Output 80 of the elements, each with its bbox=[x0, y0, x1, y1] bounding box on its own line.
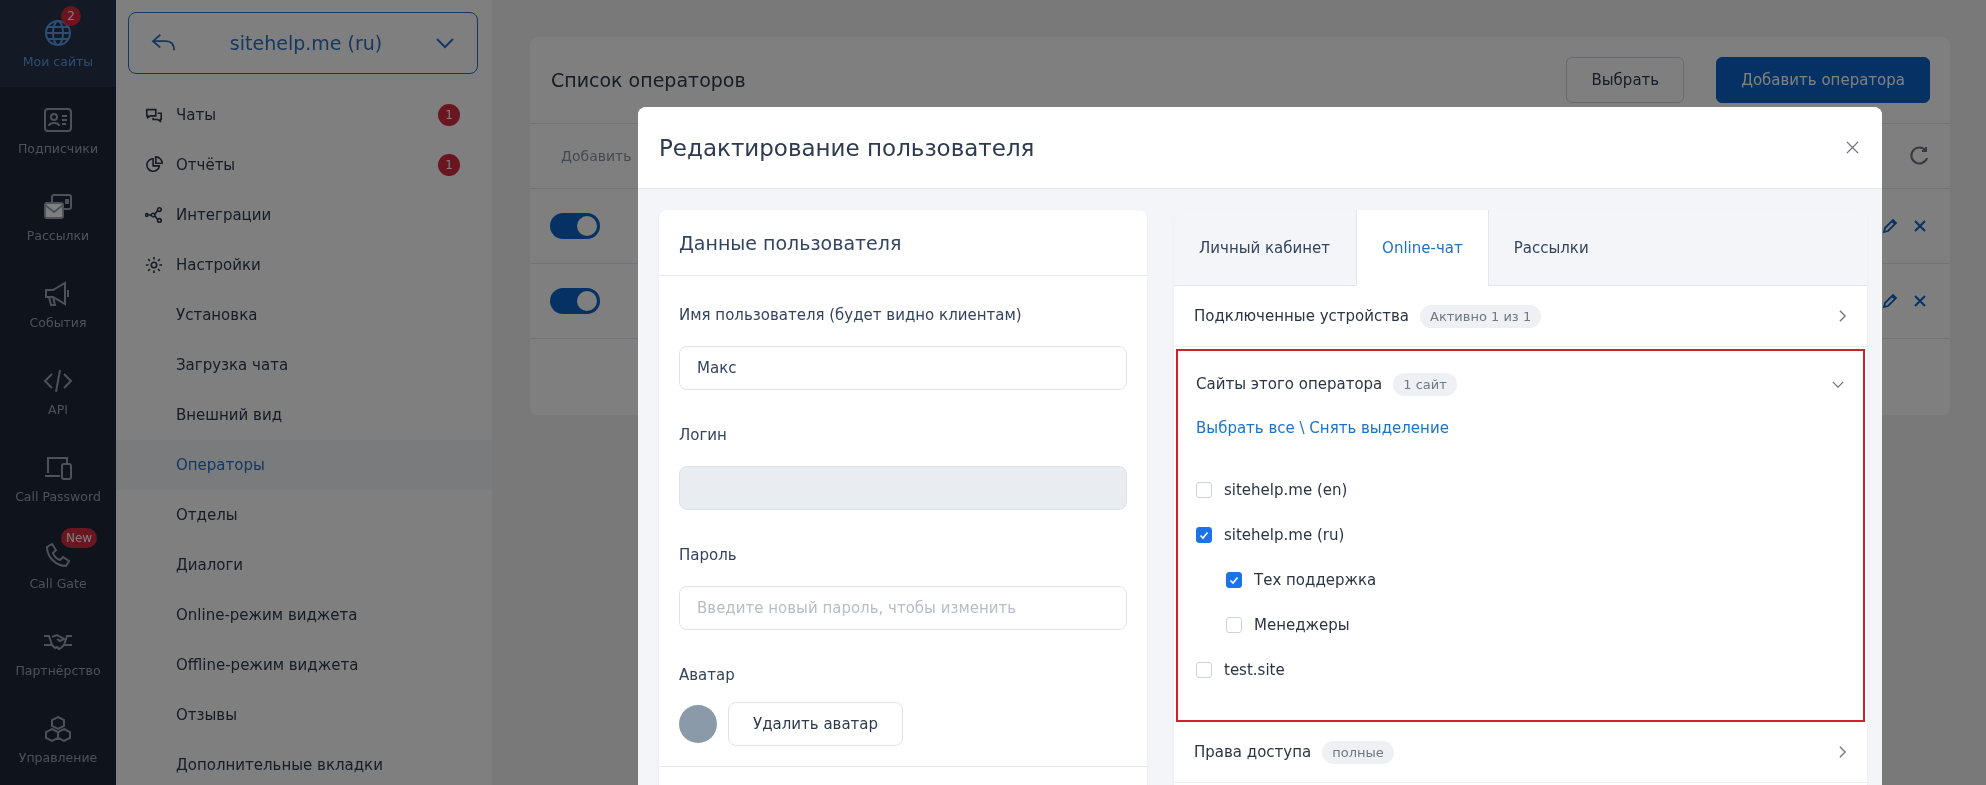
accordion-header[interactable]: Права доступа полные bbox=[1174, 722, 1867, 782]
cubes-icon bbox=[43, 714, 73, 744]
tab[interactable]: Online-чат bbox=[1356, 210, 1489, 286]
sidebar-item[interactable]: Операторы bbox=[116, 440, 492, 490]
notification-badge: 2 bbox=[61, 6, 81, 26]
nodes-icon bbox=[145, 206, 163, 224]
count-badge: 1 bbox=[438, 104, 460, 126]
card-title: Список операторов bbox=[551, 69, 746, 91]
delete-avatar-button[interactable]: Удалить аватар bbox=[728, 702, 904, 746]
chevron-down-icon bbox=[435, 37, 455, 49]
pencil-icon[interactable] bbox=[1882, 218, 1898, 234]
action-button[interactable]: Выбрать bbox=[1566, 57, 1685, 103]
field-label: Аватар bbox=[679, 666, 736, 684]
sidebar-item[interactable]: Отчёты 1 bbox=[116, 140, 492, 190]
pie-chart-icon bbox=[145, 156, 163, 174]
nav-item[interactable]: 2 Мои сайты bbox=[0, 0, 116, 87]
chevron-down-icon bbox=[1831, 379, 1845, 389]
close-icon[interactable] bbox=[1845, 140, 1860, 155]
status-pill: Активно 1 из 1 bbox=[1420, 304, 1542, 328]
modal-title: Редактирование пользователя bbox=[659, 134, 1035, 161]
close-icon[interactable] bbox=[1912, 293, 1928, 309]
nav-item[interactable]: Подписчики bbox=[0, 87, 116, 174]
field-label: Логин bbox=[679, 426, 728, 444]
envelopes-icon bbox=[43, 192, 73, 222]
gear-icon bbox=[145, 256, 163, 274]
card-title: Данные пользователя bbox=[679, 231, 902, 254]
checkbox-label: test.site bbox=[1224, 660, 1285, 679]
avatar-placeholder bbox=[679, 705, 717, 743]
sidebar-item[interactable]: Установка bbox=[116, 290, 492, 340]
accordion-header[interactable]: Подключенные устройства Активно 1 из 1 bbox=[1174, 286, 1867, 346]
sidebar-item[interactable]: Диалоги bbox=[116, 540, 492, 590]
toggle-switch[interactable] bbox=[550, 288, 600, 314]
sidebar-item[interactable]: Отделы bbox=[116, 490, 492, 540]
field-label: Пароль bbox=[679, 546, 738, 564]
nav-item[interactable]: Call Password bbox=[0, 435, 116, 522]
chat-bubbles-icon bbox=[145, 106, 163, 124]
toggle-switch[interactable] bbox=[550, 213, 600, 239]
sidebar-item[interactable]: Чаты 1 bbox=[116, 90, 492, 140]
sidebar-item[interactable]: Внешний вид bbox=[116, 390, 492, 440]
sidebar-item[interactable]: Дополнительные вкладки bbox=[116, 740, 492, 785]
checkbox[interactable] bbox=[1226, 571, 1242, 588]
accordion-header[interactable]: Сайты этого оператора 1 сайт bbox=[1178, 351, 1863, 417]
pencil-icon[interactable] bbox=[1882, 293, 1898, 309]
status-pill: полные bbox=[1322, 740, 1394, 764]
input-field[interactable]: Введите новый пароль, чтобы изменить bbox=[679, 586, 1127, 630]
toolbar-link[interactable]: Добавить bbox=[561, 148, 632, 164]
notification-badge: New bbox=[61, 528, 98, 548]
chevron-right-icon bbox=[1838, 745, 1847, 759]
nav-item[interactable]: События bbox=[0, 261, 116, 348]
field-label: Имя пользователя (будет видно клиентам) bbox=[679, 306, 1023, 324]
nav-item[interactable]: API bbox=[0, 348, 116, 435]
nav-item[interactable]: New Call Gate bbox=[0, 522, 116, 609]
count-badge: 1 bbox=[438, 154, 460, 176]
checkbox-label: sitehelp.me (en) bbox=[1224, 480, 1348, 499]
nav-item[interactable]: Управление bbox=[0, 696, 116, 783]
checkbox-label: sitehelp.me (ru) bbox=[1224, 525, 1345, 544]
action-button[interactable]: Добавить оператора bbox=[1716, 57, 1930, 103]
chevron-right-icon bbox=[1838, 309, 1847, 323]
id-card-icon bbox=[43, 105, 73, 135]
checkbox-label: Тех поддержка bbox=[1254, 570, 1377, 589]
tab[interactable]: Личный кабинет bbox=[1174, 210, 1357, 285]
phone-icon bbox=[43, 540, 73, 570]
select-all-link[interactable]: Выбрать все \ Снять выделение bbox=[1196, 419, 1449, 437]
nav-item[interactable]: Рассылки bbox=[0, 174, 116, 261]
checkbox-label: Менеджеры bbox=[1254, 615, 1350, 634]
checkbox[interactable] bbox=[1196, 526, 1212, 543]
sidebar-item[interactable]: Offline-режим виджета bbox=[116, 640, 492, 690]
globe-icon bbox=[43, 18, 73, 48]
site-selector[interactable]: sitehelp.me (ru) bbox=[128, 12, 478, 74]
input-field[interactable]: Макс bbox=[679, 346, 1127, 390]
sidebar-item[interactable]: Online-режим виджета bbox=[116, 590, 492, 640]
sidebar-item[interactable]: Интеграции bbox=[116, 190, 492, 240]
sidebar-item[interactable]: Загрузка чата bbox=[116, 340, 492, 390]
sidebar-item[interactable]: Настройки bbox=[116, 240, 492, 290]
status-pill: 1 сайт bbox=[1393, 372, 1457, 396]
tab[interactable]: Рассылки bbox=[1488, 210, 1615, 285]
nav-item[interactable]: Партнёрство bbox=[0, 609, 116, 696]
refresh-icon[interactable] bbox=[1908, 145, 1930, 167]
sidebar-item[interactable]: Отзывы bbox=[116, 690, 492, 740]
close-icon[interactable] bbox=[1912, 218, 1928, 234]
